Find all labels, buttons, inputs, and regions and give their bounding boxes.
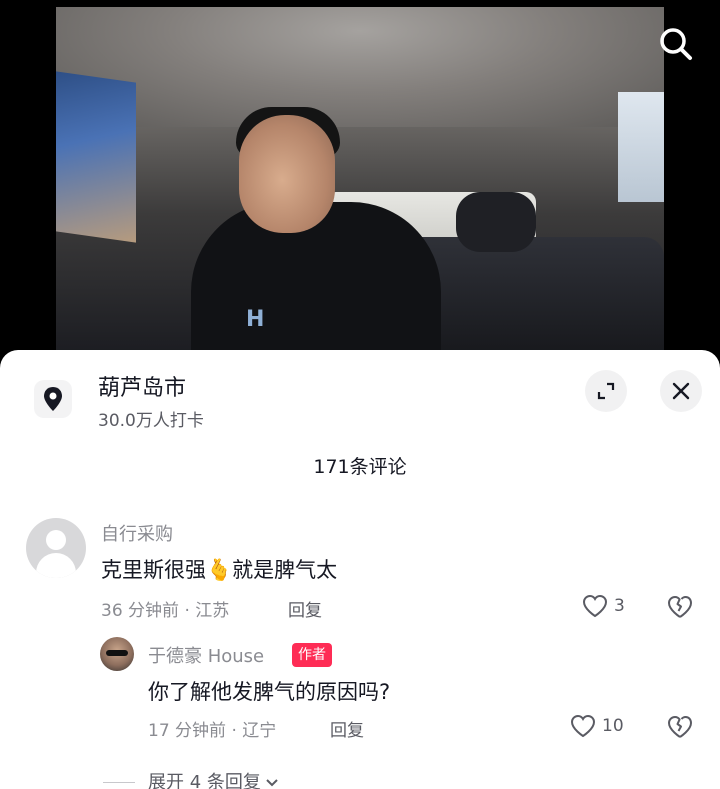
video-player[interactable]: H (0, 0, 720, 360)
location-pin-icon (34, 380, 72, 418)
reply-button[interactable]: 回复 (288, 596, 322, 621)
comment-username[interactable]: 自行采购 (101, 520, 173, 546)
broken-heart-icon[interactable] (666, 714, 694, 742)
like-button[interactable]: 10 (570, 714, 624, 738)
chevron-down-icon (265, 772, 279, 789)
author-badge: 作者 (292, 643, 332, 667)
like-button[interactable]: 3 (582, 594, 625, 618)
like-count: 3 (614, 596, 625, 616)
close-icon[interactable] (660, 370, 702, 412)
author-avatar[interactable] (100, 637, 134, 671)
comment-sheet: 葫芦岛市 30.0万人打卡 171条评论 自行采购 克里斯很强🫰就是脾气太 36… (0, 350, 720, 789)
comment-text: 克里斯很强🫰就是脾气太 (101, 558, 338, 582)
reply-username[interactable]: 于德豪 House (148, 642, 264, 668)
comment-count-title: 171条评论 (313, 456, 407, 478)
finger-heart-emoji: 🫰 (206, 558, 233, 582)
reply-button[interactable]: 回复 (330, 716, 364, 741)
comment-meta: 36 分钟前 · 江苏 (101, 601, 230, 621)
reply-meta: 17 分钟前 · 辽宁 (148, 721, 277, 741)
video-frame: H (56, 7, 664, 352)
like-count: 10 (602, 716, 624, 736)
location-name: 葫芦岛市 (98, 376, 187, 401)
search-icon[interactable] (656, 24, 696, 64)
heart-icon (570, 714, 596, 738)
divider (103, 782, 135, 783)
location-checkins: 30.0万人打卡 (98, 411, 204, 431)
expand-replies-button[interactable]: 展开 4 条回复 (148, 768, 279, 789)
avatar[interactable] (26, 518, 86, 578)
broken-heart-icon[interactable] (666, 594, 694, 622)
heart-icon (582, 594, 608, 618)
reply-text: 你了解他发脾气的原因吗? (148, 680, 391, 704)
expand-icon[interactable] (585, 370, 627, 412)
